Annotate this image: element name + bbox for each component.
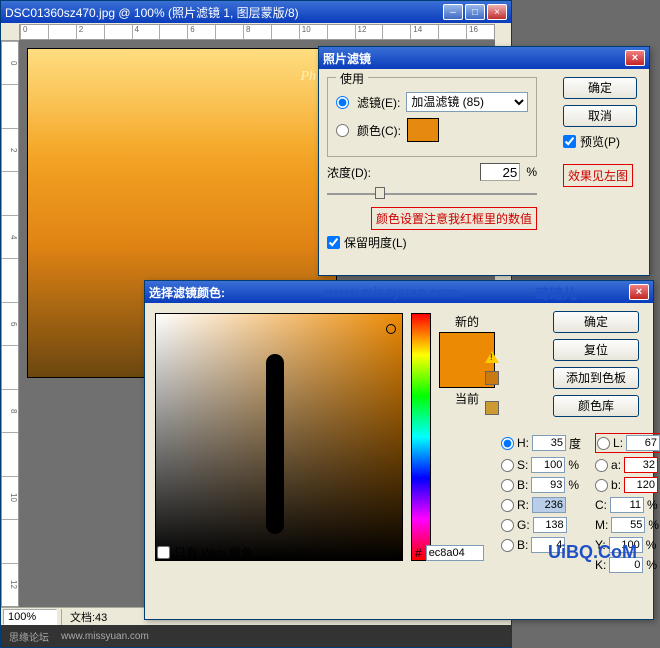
photo-filter-buttons: 确定 取消 预览(P) 效果见左图	[563, 77, 639, 187]
new-label: 新的	[455, 313, 479, 330]
m-input[interactable]	[611, 517, 645, 533]
density-unit: %	[526, 165, 537, 179]
g-input[interactable]	[533, 517, 567, 533]
websafe-swatch[interactable]	[485, 401, 499, 415]
overlay-name: 琦琦儿	[535, 284, 577, 304]
s-input[interactable]	[531, 457, 565, 473]
hex-input[interactable]	[426, 545, 484, 561]
r-input[interactable]	[532, 497, 566, 513]
color-field-cursor[interactable]	[386, 324, 396, 334]
color-radio-label: 颜色(C):	[357, 122, 401, 139]
color-picker-body: 新的 当前 确定 复位 添加到色板 颜色库 H:度 L: S:% a: B:% …	[145, 303, 653, 571]
maximize-button[interactable]: □	[465, 4, 485, 20]
effect-note: 效果见左图	[563, 164, 633, 187]
l-input[interactable]	[626, 435, 660, 451]
ruler-horizontal: 0246810121416	[19, 24, 495, 40]
g-radio[interactable]	[501, 519, 514, 532]
preview-checkbox[interactable]	[563, 135, 576, 148]
web-only-checkbox[interactable]	[157, 546, 170, 559]
density-area: 浓度(D): % 颜色设置注意我红框里的数值 保留明度(L)	[327, 163, 537, 251]
rgb-b-radio[interactable]	[501, 539, 514, 552]
h-input[interactable]	[532, 435, 566, 451]
bv-radio[interactable]	[501, 479, 514, 492]
preserve-luminosity-checkbox[interactable]	[327, 236, 340, 249]
color-picker-titlebar[interactable]: 选择滤镜颜色: www.missyuan.com 琦琦儿 ×	[145, 281, 653, 303]
r-radio[interactable]	[501, 499, 514, 512]
footer-left: 思缘论坛	[9, 629, 49, 644]
document-titlebar: DSC01360sz470.jpg @ 100% (照片滤镜 1, 图层蒙版/8…	[1, 1, 511, 23]
color-radio[interactable]	[336, 124, 349, 137]
window-buttons: – □ ×	[443, 4, 507, 20]
preserve-luminosity-label: 保留明度(L)	[344, 234, 407, 251]
color-note: 颜色设置注意我红框里的数值	[371, 207, 537, 230]
minimize-button[interactable]: –	[443, 4, 463, 20]
watermark-text: Ph	[300, 69, 316, 85]
filter-radio[interactable]	[336, 96, 349, 109]
photo-filter-dialog: 照片滤镜 × 使用 滤镜(E): 加温滤镜 (85) 颜色(C):	[318, 46, 650, 276]
overlay-url: www.missyuan.com	[325, 284, 458, 300]
gamut-warning-icon[interactable]	[485, 351, 499, 363]
lab-b-radio[interactable]	[595, 479, 608, 492]
l-radio[interactable]	[597, 437, 610, 450]
density-label: 浓度(D):	[327, 164, 371, 181]
photo-filter-title: 照片滤镜	[323, 50, 625, 67]
photo-filter-titlebar[interactable]: 照片滤镜 ×	[319, 47, 649, 69]
a-input[interactable]	[624, 457, 658, 473]
filter-color-swatch[interactable]	[407, 118, 439, 142]
s-radio[interactable]	[501, 459, 514, 472]
cp-ok-button[interactable]: 确定	[553, 311, 639, 333]
current-label: 当前	[455, 390, 479, 407]
hue-slider[interactable]	[411, 313, 431, 561]
filter-select[interactable]: 加温滤镜 (85)	[406, 92, 528, 112]
hex-label: #	[415, 546, 422, 560]
photo-filter-close-button[interactable]: ×	[625, 50, 645, 66]
ok-button[interactable]: 确定	[563, 77, 637, 99]
cp-reset-button[interactable]: 复位	[553, 339, 639, 361]
color-picker-buttons: 确定 复位 添加到色板 颜色库	[553, 311, 641, 423]
color-library-button[interactable]: 颜色库	[553, 395, 639, 417]
c-input[interactable]	[610, 497, 644, 513]
close-button[interactable]: ×	[487, 4, 507, 20]
density-slider[interactable]	[327, 185, 537, 203]
add-to-swatches-button[interactable]: 添加到色板	[553, 367, 639, 389]
document-title: DSC01360sz470.jpg @ 100% (照片滤镜 1, 图层蒙版/8…	[5, 4, 443, 21]
color-field[interactable]	[155, 313, 403, 561]
density-input[interactable]	[480, 163, 520, 181]
footer-right: www.missyuan.com	[61, 631, 149, 642]
a-radio[interactable]	[595, 459, 608, 472]
bv-input[interactable]	[531, 477, 565, 493]
use-legend: 使用	[336, 70, 368, 87]
filter-radio-label: 滤镜(E):	[357, 94, 400, 111]
gamut-swatch[interactable]	[485, 371, 499, 385]
web-only-label: 只有 Web 颜色	[174, 544, 253, 561]
color-picker-dialog: 选择滤镜颜色: www.missyuan.com 琦琦儿 × 新的 当前 确定 …	[144, 280, 654, 620]
cancel-button[interactable]: 取消	[563, 105, 637, 127]
web-only-row: 只有 Web 颜色	[157, 544, 253, 561]
watermark-ubq: UiBQ.CoM	[548, 542, 637, 563]
photo-filter-body: 使用 滤镜(E): 加温滤镜 (85) 颜色(C): 浓度(D):	[319, 69, 649, 259]
lab-b-input[interactable]	[624, 477, 658, 493]
color-picker-close-button[interactable]: ×	[629, 284, 649, 300]
footer: 思缘论坛 www.missyuan.com	[1, 625, 511, 647]
hex-row: #	[415, 545, 484, 561]
brush-stroke	[266, 354, 284, 534]
use-fieldset: 使用 滤镜(E): 加温滤镜 (85) 颜色(C):	[327, 77, 537, 157]
h-radio[interactable]	[501, 437, 514, 450]
zoom-level[interactable]: 100%	[3, 609, 57, 625]
ruler-vertical: 024681012	[1, 40, 19, 607]
preview-label: 预览(P)	[580, 133, 620, 150]
